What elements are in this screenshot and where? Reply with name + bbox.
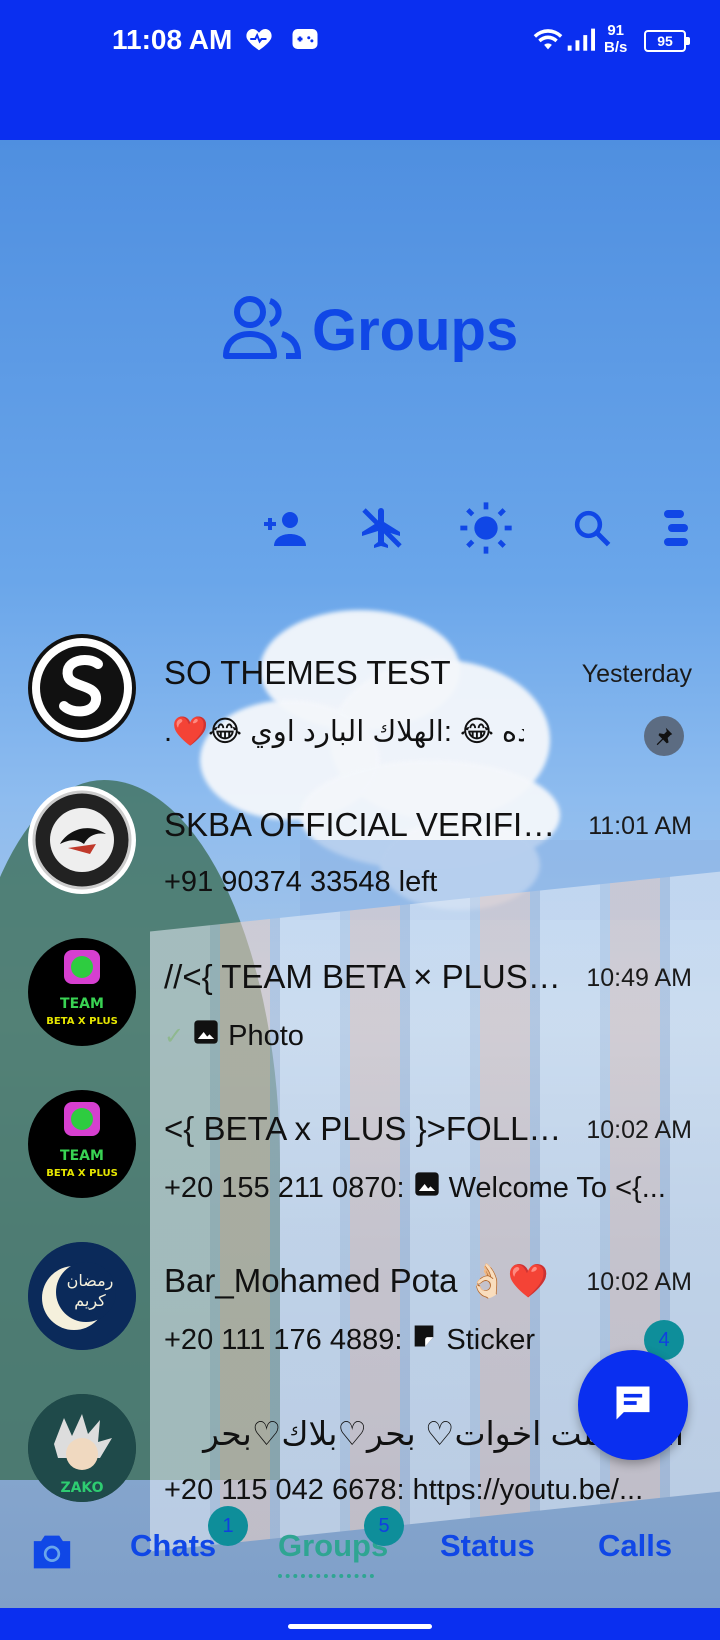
svg-text:BETA X PLUS: BETA X PLUS [46,1168,118,1179]
svg-text:BETA X PLUS: BETA X PLUS [46,1016,118,1027]
signal-icon [566,26,598,57]
chat-name: <{ BETA x PLUS }>FOLLO... [164,1110,564,1147]
chat-time: 10:02 AM [586,1268,692,1296]
page-title: Groups [222,290,518,370]
system-nav-bar [0,1608,720,1640]
chat-row[interactable]: SKBA OFFICIAL VERIFICA... 11:01 AM +91 9… [0,776,720,928]
gamepad-icon [290,24,320,59]
svg-text:رمضان: رمضان [67,1271,114,1291]
bottom-navigation: Chats 1 Groups 5 Status Calls [0,1500,720,1608]
chat-row[interactable]: TEAM BETA X PLUS //<{ TEAM BETA × PLUS }.… [0,928,720,1080]
chat-name: SKBA OFFICIAL VERIFICA... [164,806,564,843]
chat-time: 10:02 AM [586,1116,692,1144]
svg-text:TEAM: TEAM [60,1148,104,1164]
menu-icon[interactable] [648,500,704,556]
chat-time: 11:01 AM [588,812,692,840]
status-time: 11:08 AM [112,24,233,55]
avatar[interactable]: TEAM BETA X PLUS [28,938,136,1046]
group-icon [222,294,302,367]
search-icon[interactable] [564,500,620,556]
chat-name: Bar_Mohamed Pota 👌🏻❤️ [164,1262,549,1299]
avatar[interactable] [28,634,136,742]
photo-icon [192,1018,220,1054]
chat-row[interactable]: SO THEMES TEST Yesterday اي ده 😂 :الهلاك… [0,624,720,776]
tab-calls[interactable]: Calls [598,1528,672,1564]
avatar[interactable] [28,786,136,894]
sticker-icon [410,1322,438,1358]
status-bar: 11:08 AM 91 B/s 95 [0,0,720,140]
chats-badge: 1 [208,1506,248,1546]
airplane-off-icon[interactable] [354,500,410,556]
chat-preview: ✓ Photo [164,1018,684,1054]
chat-name: //<{ TEAM BETA × PLUS }... [164,958,564,995]
add-contact-icon[interactable] [258,500,314,556]
wifi-icon [532,26,564,57]
chat-preview: +20 111 176 4889: Sticker [164,1322,624,1358]
heart-icon [244,24,274,59]
tab-status[interactable]: Status [440,1528,535,1564]
photo-icon [413,1170,441,1206]
chat-preview: +91 90374 33548 left [164,866,438,898]
chat-preview: +20 155 211 0870: Welcome To <{... [164,1170,684,1206]
groups-badge: 5 [364,1506,404,1546]
avatar[interactable]: ZAKO [28,1394,136,1502]
active-tab-indicator [278,1574,374,1578]
message-icon [611,1381,655,1430]
chat-preview: اي ده 😂 :الهلاك البارد اوي 😂❤️. [164,716,524,748]
svg-text:كريم: كريم [74,1291,106,1311]
avatar[interactable]: TEAM BETA X PLUS [28,1090,136,1198]
new-chat-button[interactable] [578,1350,688,1460]
network-speed: 91 B/s [604,22,628,56]
page-title-text: Groups [312,297,519,363]
svg-text:TEAM: TEAM [60,996,104,1012]
avatar[interactable]: رمضان كريم [28,1242,136,1350]
chat-name: SO THEMES TEST [164,654,451,691]
pin-icon [644,716,684,756]
battery-indicator: 95 [644,30,690,52]
chat-time: Yesterday [581,660,692,688]
read-check-icon: ✓ [164,1022,185,1050]
chat-time: 10:49 AM [586,964,692,992]
tab-chats[interactable]: Chats [130,1528,216,1564]
svg-text:ZAKO: ZAKO [60,1480,103,1496]
chat-row[interactable]: TEAM BETA X PLUS <{ BETA x PLUS }>FOLLO..… [0,1080,720,1232]
home-indicator[interactable] [288,1624,432,1629]
brightness-icon[interactable] [458,500,514,556]
camera-icon[interactable] [30,1532,74,1577]
